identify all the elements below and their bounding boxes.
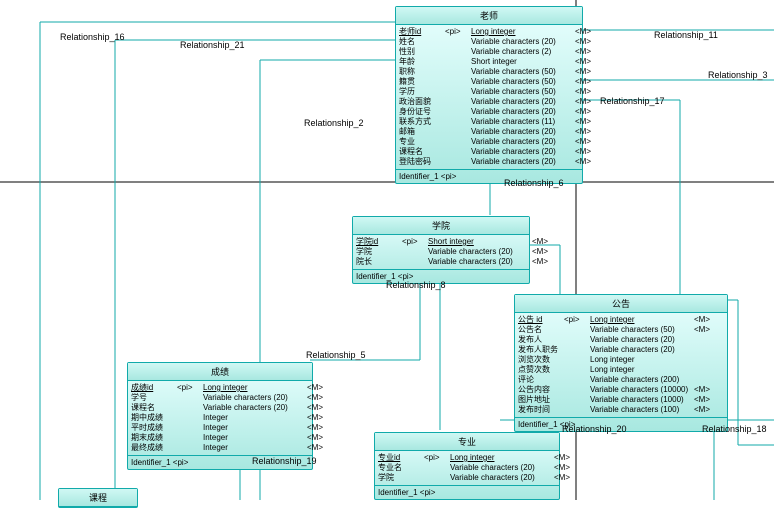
attr-row: 职称Variable characters (50)<M> [399,67,579,77]
attr-row: 期中成绩Integer<M> [131,413,309,423]
rel-3: Relationship_3 [708,70,768,80]
entity-major-title: 专业 [375,433,559,451]
entity-grade-attrs: 成绩id<pi>Long integer<M>学号Variable charac… [128,381,312,455]
entity-notice-title: 公告 [515,295,727,313]
attr-row: 籍贯Variable characters (50)<M> [399,77,579,87]
attr-row: 性别Variable characters (2)<M> [399,47,579,57]
attr-row: 公告 id<pi>Long integer<M> [518,315,724,325]
attr-row: 浏览次数Long integer [518,355,724,365]
attr-row: 学历Variable characters (50)<M> [399,87,579,97]
entity-college-attrs: 学院id<pi>Short integer<M>学院Variable chara… [353,235,529,269]
attr-row: 最终成绩Integer<M> [131,443,309,453]
attr-row: 政治面貌Variable characters (20)<M> [399,97,579,107]
attr-row: 联系方式Variable characters (11)<M> [399,117,579,127]
attr-row: 发布人Variable characters (20) [518,335,724,345]
entity-notice[interactable]: 公告 公告 id<pi>Long integer<M>公告名Variable c… [514,294,728,432]
entity-notice-attrs: 公告 id<pi>Long integer<M>公告名Variable char… [515,313,727,417]
attr-row: 登陆密码Variable characters (20)<M> [399,157,579,167]
rel-21: Relationship_21 [180,40,245,50]
attr-row: 学号Variable characters (20)<M> [131,393,309,403]
attr-row: 图片地址Variable characters (1000)<M> [518,395,724,405]
attr-row: 专业名Variable characters (20)<M> [378,463,556,473]
entity-grade-title: 成绩 [128,363,312,381]
attr-row: 成绩id<pi>Long integer<M> [131,383,309,393]
entity-grade[interactable]: 成绩 成绩id<pi>Long integer<M>学号Variable cha… [127,362,313,470]
entity-course-title: 课程 [59,489,137,507]
attr-row: 期末成绩Integer<M> [131,433,309,443]
attr-row: 院长Variable characters (20)<M> [356,257,526,267]
rel-6: Relationship_6 [504,178,564,188]
attr-row: 专业id<pi>Long integer<M> [378,453,556,463]
attr-row: 专业Variable characters (20)<M> [399,137,579,147]
entity-teacher[interactable]: 老师 老师id<pi>Long integer<M>姓名Variable cha… [395,6,583,184]
rel-20: Relationship_20 [562,424,627,434]
entity-college-title: 学院 [353,217,529,235]
attr-row: 平时成绩Integer<M> [131,423,309,433]
attr-row: 评论Variable characters (200) [518,375,724,385]
entity-teacher-title: 老师 [396,7,582,25]
attr-row: 学院Variable characters (20)<M> [356,247,526,257]
rel-8: Relationship_8 [386,280,446,290]
attr-row: 发布人职务Variable characters (20) [518,345,724,355]
entity-major-footer: Identifier_1 <pi> [375,485,559,499]
attr-row: 课程名Variable characters (20)<M> [399,147,579,157]
entity-major-attrs: 专业id<pi>Long integer<M>专业名Variable chara… [375,451,559,485]
attr-row: 公告名Variable characters (50)<M> [518,325,724,335]
attr-row: 点赞次数Long integer [518,365,724,375]
rel-5: Relationship_5 [306,350,366,360]
attr-row: 姓名Variable characters (20)<M> [399,37,579,47]
entity-major[interactable]: 专业 专业id<pi>Long integer<M>专业名Variable ch… [374,432,560,500]
attr-row: 身份证号Variable characters (20)<M> [399,107,579,117]
rel-18: Relationship_18 [702,424,767,434]
rel-17: Relationship_17 [600,96,665,106]
attr-row: 公告内容Variable characters (10000)<M> [518,385,724,395]
rel-19: Relationship_19 [252,456,317,466]
attr-row: 老师id<pi>Long integer<M> [399,27,579,37]
attr-row: 学院id<pi>Short integer<M> [356,237,526,247]
entity-course[interactable]: 课程 [58,488,138,508]
attr-row: 年龄Short integer<M> [399,57,579,67]
attr-row: 学院Variable characters (20)<M> [378,473,556,483]
rel-16: Relationship_16 [60,32,125,42]
attr-row: 邮箱Variable characters (20)<M> [399,127,579,137]
rel-11: Relationship_11 [654,30,718,40]
attr-row: 发布时间Variable characters (100)<M> [518,405,724,415]
entity-college[interactable]: 学院 学院id<pi>Short integer<M>学院Variable ch… [352,216,530,284]
entity-teacher-attrs: 老师id<pi>Long integer<M>姓名Variable charac… [396,25,582,169]
rel-2: Relationship_2 [304,118,364,128]
attr-row: 课程名Variable characters (20)<M> [131,403,309,413]
